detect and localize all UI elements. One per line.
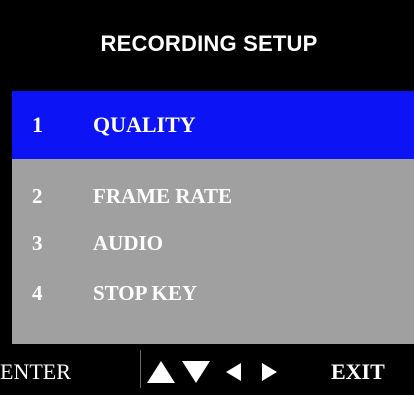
- navigation-bar: ENTER EXIT: [0, 348, 414, 395]
- divider: [140, 350, 141, 388]
- page-title: RECORDING SETUP: [100, 31, 318, 56]
- menu-list: 2 FRAME RATE 3 AUDIO 4 STOP KEY: [12, 159, 414, 344]
- menu-item-label: STOP KEY: [93, 280, 198, 305]
- menu-item-number: 1: [32, 112, 43, 137]
- menu-item-frame-rate[interactable]: 2 FRAME RATE: [12, 176, 414, 216]
- menu-item-label: FRAME RATE: [93, 183, 233, 208]
- menu-item-number: 3: [32, 230, 43, 255]
- menu-item-audio[interactable]: 3 AUDIO: [12, 223, 414, 263]
- menu-item-label: QUALITY: [93, 112, 196, 137]
- menu-item-label: AUDIO: [93, 230, 164, 255]
- menu-item-number: 2: [32, 183, 43, 208]
- exit-button[interactable]: EXIT: [331, 356, 385, 388]
- arrow-up-icon[interactable]: [147, 361, 175, 383]
- arrow-down-icon[interactable]: [182, 361, 210, 383]
- menu-item-quality[interactable]: 1 QUALITY: [12, 91, 414, 159]
- title-bar: RECORDING SETUP: [0, 0, 414, 88]
- menu-item-number: 4: [32, 280, 43, 305]
- recording-setup-screen: RECORDING SETUP 1 QUALITY 2 FRAME RATE 3…: [0, 0, 414, 395]
- menu-item-stop-key[interactable]: 4 STOP KEY: [12, 273, 414, 313]
- enter-button[interactable]: ENTER: [0, 356, 71, 388]
- arrow-right-icon[interactable]: [262, 363, 277, 381]
- arrow-left-icon[interactable]: [226, 363, 241, 381]
